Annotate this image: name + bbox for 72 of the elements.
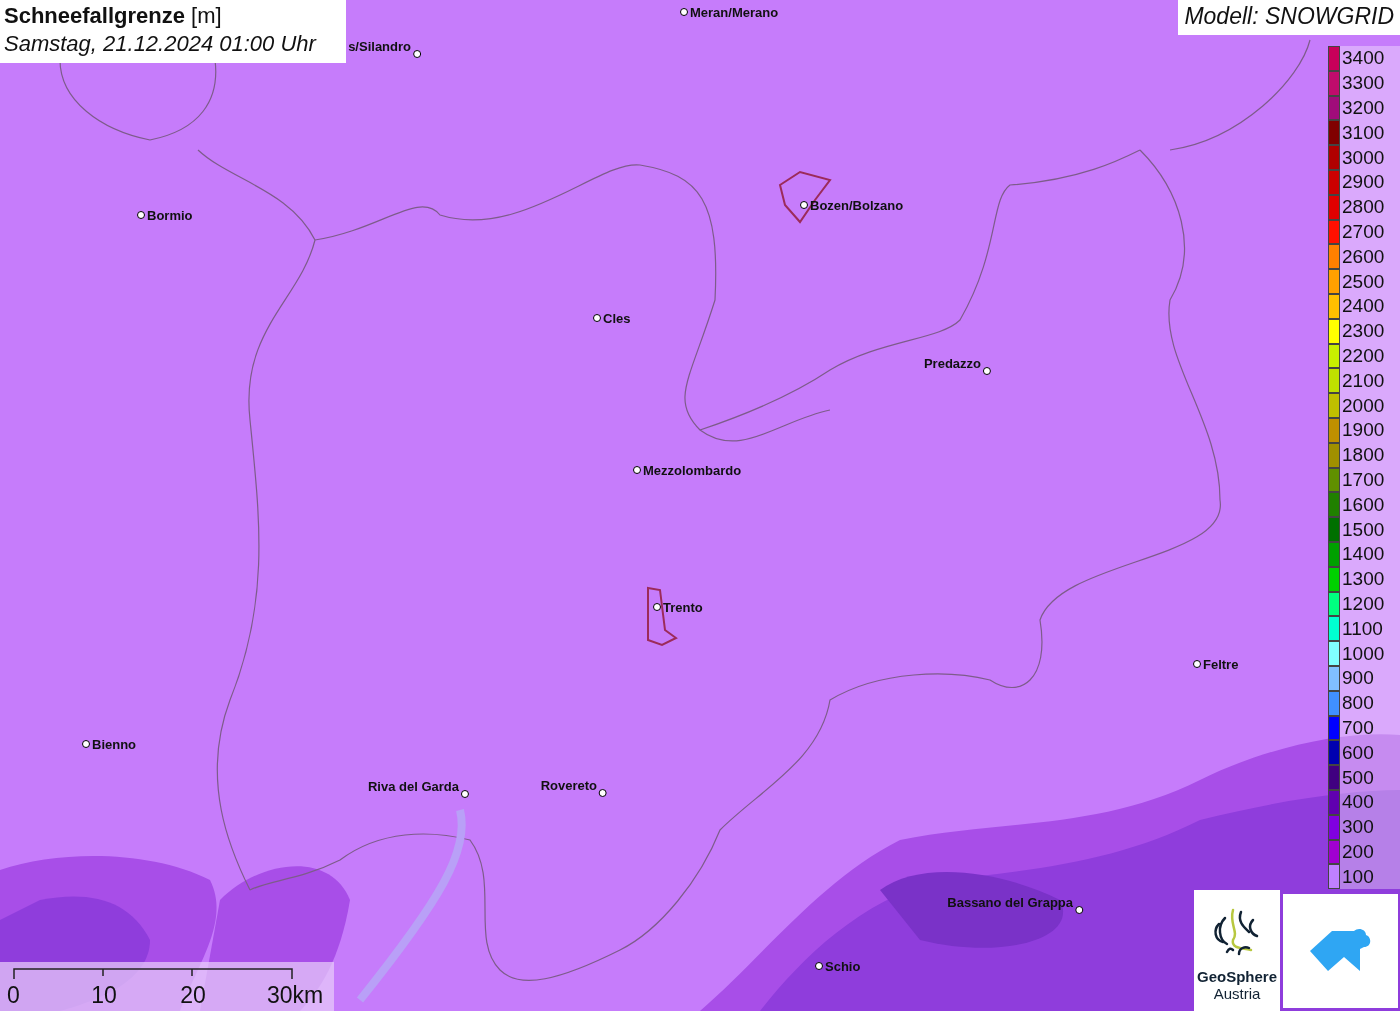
- city-marker-icon: [1075, 906, 1083, 914]
- legend-label: 2900: [1342, 171, 1385, 194]
- legend-label: 500: [1342, 766, 1374, 789]
- legend-label: 2400: [1342, 295, 1385, 318]
- logo-subtext: Austria: [1213, 985, 1261, 1002]
- city-label: Trento: [663, 599, 703, 615]
- legend-label: 2300: [1342, 320, 1385, 343]
- legend-label: 1900: [1342, 419, 1385, 442]
- model-label: Modell: SNOWGRID: [1178, 0, 1400, 35]
- legend-label: 2600: [1342, 245, 1385, 268]
- legend-label: 900: [1342, 667, 1374, 690]
- legend-label: 100: [1342, 865, 1374, 888]
- city-label: Cles: [603, 310, 631, 326]
- city-label: Riva del Garda: [367, 778, 459, 794]
- city-label: Bozen/Bolzano: [810, 197, 904, 213]
- legend-label: 2100: [1342, 369, 1385, 392]
- legend-label: 1000: [1342, 642, 1385, 665]
- map-datetime: Samstag, 21.12.2024 01:00 Uhr: [4, 31, 318, 57]
- city-marker-icon: [653, 603, 661, 611]
- legend-label: 700: [1342, 716, 1374, 739]
- legend-label: 2700: [1342, 220, 1385, 243]
- city-marker-icon: [82, 740, 90, 748]
- city-label: Bormio: [147, 207, 193, 223]
- city-marker-icon: [593, 314, 601, 322]
- legend-label: 1600: [1342, 493, 1385, 516]
- city-label: Feltre: [1203, 656, 1239, 672]
- city-label: Bassano del Grappa: [947, 894, 1073, 910]
- legend-label: 2000: [1342, 394, 1385, 417]
- city-marker-icon: [137, 211, 145, 219]
- scale-label: 20: [180, 982, 206, 1009]
- city-marker-icon: [1193, 660, 1201, 668]
- city-marker-icon: [983, 367, 991, 375]
- city-label: Predazzo: [923, 355, 981, 371]
- scale-label: 0: [7, 982, 20, 1009]
- city-label: Bienno: [92, 736, 137, 752]
- legend-label: 3100: [1342, 121, 1385, 144]
- map-title: Schneefallgrenze [m]: [4, 3, 223, 29]
- legend-label: 1500: [1342, 518, 1385, 541]
- city-marker-icon: [680, 8, 688, 16]
- legend-label: 300: [1342, 816, 1374, 839]
- legend-label: 1100: [1342, 617, 1383, 640]
- city-marker-icon: [599, 789, 607, 797]
- city-marker-icon: [815, 962, 823, 970]
- legend-label: 3200: [1342, 97, 1385, 119]
- city-label: Rovereto: [540, 777, 597, 793]
- city-label: s/Silandro: [348, 38, 411, 54]
- scale-label: 10: [91, 982, 117, 1009]
- legend-label: 1700: [1342, 468, 1385, 491]
- legend-label: 1800: [1342, 444, 1385, 467]
- legend-label: 3300: [1342, 72, 1385, 95]
- legend-label: 200: [1342, 840, 1374, 863]
- city-label: Meran/Merano: [690, 4, 779, 20]
- legend-label: 800: [1342, 692, 1374, 715]
- legend-label: 600: [1342, 741, 1374, 764]
- logo-text: GeoSphere: [1197, 968, 1277, 985]
- legend-label: 2200: [1342, 344, 1385, 367]
- legend-label: 2800: [1342, 196, 1385, 219]
- city-marker-icon: [633, 466, 641, 474]
- city-marker-icon: [413, 50, 421, 58]
- city-label: Mezzolombardo: [643, 462, 742, 478]
- scale-bar-icon: [13, 966, 293, 980]
- city-marker-icon: [800, 201, 808, 209]
- legend-label: 2500: [1342, 270, 1385, 293]
- legend-label: 1400: [1342, 543, 1385, 566]
- legend-label: 1300: [1342, 568, 1385, 591]
- legend-label: 1200: [1342, 592, 1385, 615]
- legend-label: 3000: [1342, 146, 1385, 169]
- legend-label: 400: [1342, 791, 1374, 814]
- scale-label: 30km: [267, 982, 324, 1009]
- city-label: Schio: [825, 958, 861, 974]
- city-marker-icon: [461, 790, 469, 798]
- legend-label: 3400: [1342, 47, 1385, 70]
